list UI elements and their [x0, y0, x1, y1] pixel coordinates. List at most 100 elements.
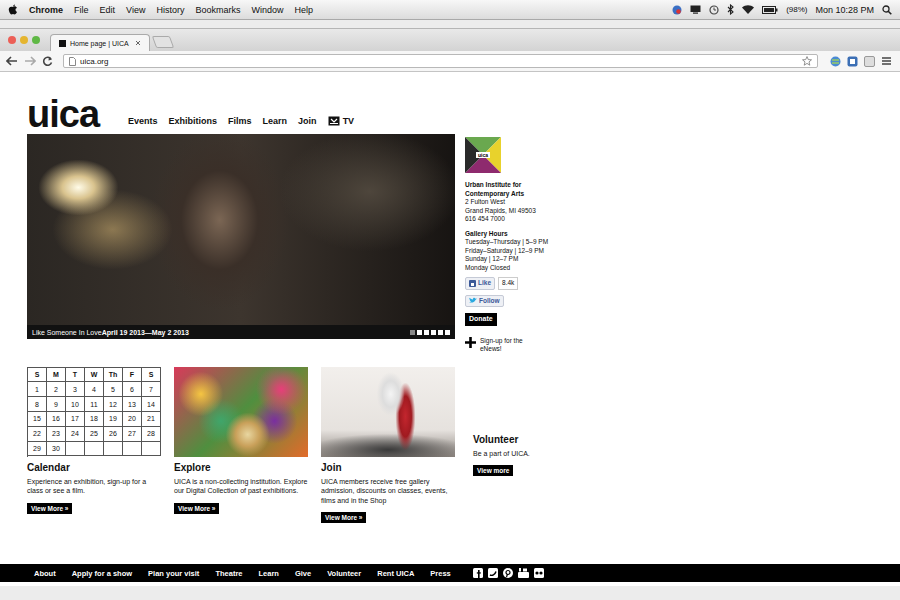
calendar-day[interactable]: 20: [123, 412, 142, 427]
menu-item[interactable]: Edit: [100, 5, 116, 15]
clock[interactable]: Mon 10:28 PM: [815, 5, 874, 15]
close-icon[interactable]: [8, 36, 16, 44]
timemachine-icon[interactable]: [709, 5, 719, 15]
forward-icon[interactable]: [24, 56, 36, 66]
battery-icon[interactable]: [762, 6, 778, 14]
footer-link[interactable]: About: [34, 569, 56, 578]
calendar-day[interactable]: 4: [85, 382, 104, 397]
calendar-day[interactable]: 9: [47, 397, 66, 412]
new-tab-button[interactable]: [152, 36, 174, 48]
volunteer-title[interactable]: Volunteer: [473, 434, 585, 445]
card-photo[interactable]: [321, 367, 455, 457]
slide-dot[interactable]: [410, 330, 415, 335]
spotlight-icon[interactable]: [882, 5, 892, 15]
extension-shield-icon[interactable]: [847, 56, 858, 67]
card-title[interactable]: Explore: [174, 462, 308, 473]
close-tab-icon[interactable]: [135, 40, 141, 46]
wifi-icon[interactable]: [742, 5, 754, 14]
calendar-day[interactable]: 6: [123, 382, 142, 397]
display-icon[interactable]: [690, 5, 701, 14]
hero-title[interactable]: Like Someone In Love: [32, 329, 102, 336]
chrome-menu-icon[interactable]: [881, 56, 892, 66]
calendar-day[interactable]: 13: [123, 397, 142, 412]
nav-item[interactable]: Films: [228, 116, 252, 126]
menu-item[interactable]: File: [74, 5, 89, 15]
menu-item[interactable]: Help: [294, 5, 313, 15]
footer-link[interactable]: Give: [295, 569, 311, 578]
apple-icon[interactable]: [8, 4, 18, 16]
calendar-day[interactable]: 16: [47, 412, 66, 427]
calendar-day[interactable]: 8: [28, 397, 47, 412]
volunteer-button[interactable]: View more: [473, 465, 513, 476]
calendar-day[interactable]: 5: [104, 382, 123, 397]
footer-link[interactable]: Learn: [258, 569, 278, 578]
calendar-day[interactable]: 15: [28, 412, 47, 427]
calendar-day[interactable]: 12: [104, 397, 123, 412]
extension-box-icon[interactable]: [864, 56, 875, 67]
calendar-day[interactable]: 1: [28, 382, 47, 397]
slide-dot[interactable]: [431, 330, 436, 335]
view-more-button[interactable]: View More »: [174, 503, 219, 514]
calendar-day[interactable]: 25: [85, 427, 104, 442]
calendar-day[interactable]: 18: [85, 412, 104, 427]
view-more-button[interactable]: View More »: [27, 503, 72, 514]
calendar-day[interactable]: 24: [66, 427, 85, 442]
card-title[interactable]: Join: [321, 462, 455, 473]
nav-item[interactable]: Learn: [263, 116, 288, 126]
calendar-day[interactable]: 11: [85, 397, 104, 412]
calendar-day[interactable]: 26: [104, 427, 123, 442]
extension-globe-icon[interactable]: [830, 56, 841, 67]
calendar-day[interactable]: 29: [28, 442, 47, 457]
calendar-day[interactable]: 7: [142, 382, 161, 397]
nav-item[interactable]: Events: [128, 116, 158, 126]
slide-dot[interactable]: [417, 330, 422, 335]
calendar-day[interactable]: 22: [28, 427, 47, 442]
footer-link[interactable]: Press: [430, 569, 450, 578]
view-more-button[interactable]: View More »: [321, 512, 366, 523]
site-logo[interactable]: uica: [27, 94, 99, 134]
footer-link[interactable]: Plan your visit: [148, 569, 199, 578]
calendar-day[interactable]: 28: [142, 427, 161, 442]
footer-link[interactable]: Rent UICA: [377, 569, 414, 578]
menu-item[interactable]: Window: [251, 5, 283, 15]
menu-item[interactable]: History: [156, 5, 184, 15]
calendar-day[interactable]: 2: [47, 382, 66, 397]
menu-item[interactable]: View: [126, 5, 145, 15]
donate-button[interactable]: Donate: [465, 313, 497, 326]
calendar-day[interactable]: 21: [142, 412, 161, 427]
footer-link[interactable]: Volunteer: [327, 569, 361, 578]
menu-item[interactable]: Bookmarks: [195, 5, 240, 15]
hero-slideshow[interactable]: Like Someone In LoveApril 19 2013—May 2 …: [27, 134, 455, 339]
nav-item[interactable]: Exhibitions: [169, 116, 218, 126]
flickr-icon[interactable]: [534, 568, 544, 578]
calendar-day[interactable]: 19: [104, 412, 123, 427]
nav-item[interactable]: TV: [328, 116, 355, 126]
calendar-day[interactable]: 27: [123, 427, 142, 442]
back-icon[interactable]: [6, 56, 18, 66]
browser-tab[interactable]: Home page | UICA: [50, 34, 150, 51]
slide-dot[interactable]: [424, 330, 429, 335]
calendar-day[interactable]: 14: [142, 397, 161, 412]
footer-link[interactable]: Theatre: [215, 569, 242, 578]
calendar-day[interactable]: 23: [47, 427, 66, 442]
twitter-icon[interactable]: [488, 568, 498, 578]
slide-dot[interactable]: [445, 330, 450, 335]
calendar-day[interactable]: 3: [66, 382, 85, 397]
calendar-day[interactable]: 10: [66, 397, 85, 412]
facebook-icon[interactable]: [473, 568, 483, 578]
pinterest-icon[interactable]: [503, 568, 513, 578]
app-menu[interactable]: Chrome: [29, 5, 63, 15]
like-button[interactable]: Like: [465, 277, 495, 290]
nav-item[interactable]: Join: [298, 116, 317, 126]
bookmark-star-icon[interactable]: [802, 56, 812, 66]
zoom-icon[interactable]: [32, 36, 40, 44]
card-title[interactable]: Calendar: [27, 462, 161, 473]
calendar-day[interactable]: 30: [47, 442, 66, 457]
sync-icon[interactable]: [672, 5, 682, 15]
reload-icon[interactable]: [42, 56, 53, 67]
follow-button[interactable]: Follow: [465, 295, 504, 308]
enews-signup[interactable]: Sign-up for the eNews!: [465, 337, 585, 354]
youtube-icon[interactable]: [518, 568, 529, 578]
slide-dot[interactable]: [438, 330, 443, 335]
minimize-icon[interactable]: [20, 36, 28, 44]
